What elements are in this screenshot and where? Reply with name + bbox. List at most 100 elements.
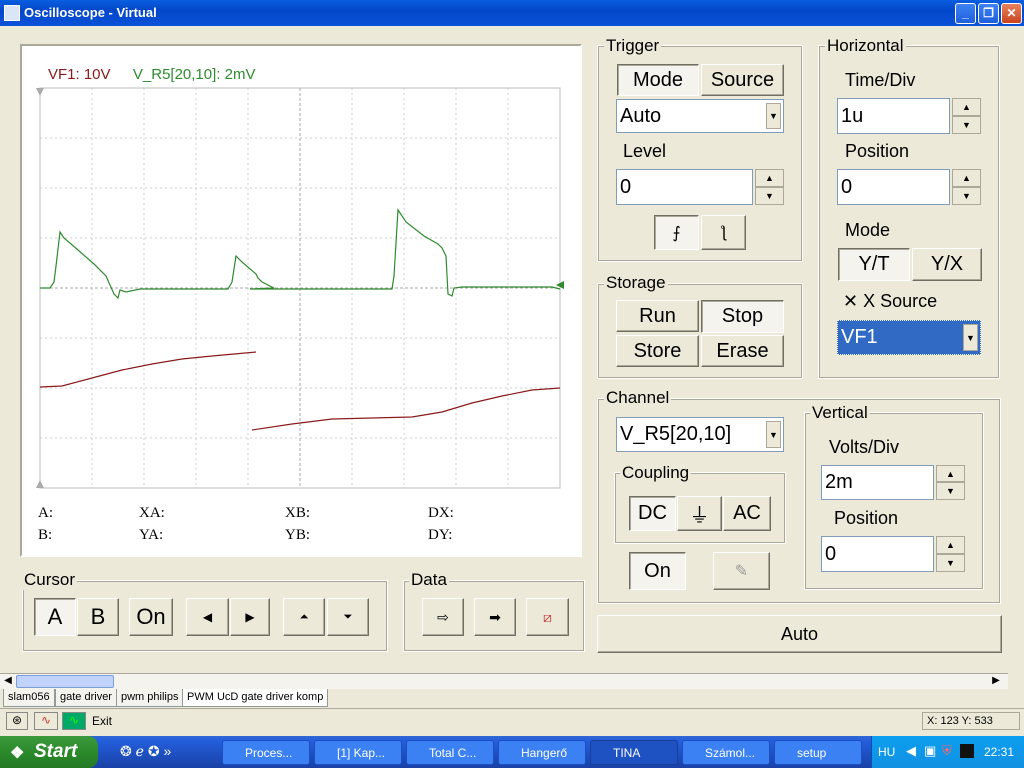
yt-mode-button[interactable]: Y/T — [838, 248, 910, 281]
console-icon[interactable] — [960, 744, 974, 758]
data-clear-button[interactable]: ⧄ — [526, 598, 569, 636]
editor-mode-icon[interactable]: ⊛ — [6, 712, 28, 730]
taskbar: ❖ Start ❂ ℯ ✪ » Proces... [1] Kap... Tot… — [0, 736, 1024, 768]
task-tina[interactable]: TINA — [590, 740, 678, 765]
task-proces[interactable]: Proces... — [222, 740, 310, 765]
xa-readout: XA: — [139, 505, 165, 521]
cursor-a-button[interactable]: A — [34, 598, 76, 636]
trigger-level-input[interactable]: 0 — [616, 169, 753, 205]
horizontal-scrollbar[interactable]: ◀ ▶ — [0, 673, 1008, 689]
chevron-down-icon[interactable]: ▼ — [766, 103, 781, 129]
xsource-select[interactable]: VF1 ▼ — [837, 320, 981, 355]
horizontal-position-up-icon[interactable]: ▲ — [952, 169, 981, 187]
minimize-button[interactable]: _ — [955, 3, 976, 24]
ya-readout: YA: — [139, 527, 164, 543]
tray-expand-icon[interactable]: ◀ — [906, 743, 916, 759]
horizontal-mode-label: Mode — [845, 220, 891, 240]
vertical-position-down-icon[interactable]: ▼ — [936, 554, 965, 572]
horizontal-position-label: Position — [845, 141, 910, 161]
voltsdiv-up-icon[interactable]: ▲ — [936, 465, 965, 482]
cursor-right-button[interactable]: ▶ — [230, 598, 270, 636]
xsource-value: VF1 — [841, 326, 878, 348]
exit-button[interactable]: Exit — [92, 714, 112, 728]
clear-chart-icon: ⧄ — [543, 608, 552, 625]
cursor-left-button[interactable]: ◀ — [186, 598, 229, 636]
dx-readout: DX: — [428, 505, 454, 521]
trigger-level-down-icon[interactable]: ▼ — [755, 187, 784, 205]
rising-edge-icon: ⨍ — [672, 224, 681, 242]
oscilloscope-icon[interactable]: ∿ — [62, 712, 86, 730]
chevron-down-icon[interactable]: ▼ — [766, 421, 781, 448]
cursor-up-button[interactable]: ⏶ — [283, 598, 325, 636]
shield-icon[interactable]: ⛨ — [942, 743, 952, 759]
more-icon[interactable]: » — [163, 743, 171, 759]
cursor-down-button[interactable]: ⏷ — [327, 598, 369, 636]
tab-gate-driver[interactable]: gate driver — [55, 689, 117, 707]
stop-button[interactable]: Stop — [701, 300, 784, 333]
scroll-right-icon[interactable]: ▶ — [990, 675, 1002, 688]
close-button[interactable]: ✕ — [1001, 3, 1022, 24]
cursor-on-button[interactable]: On — [129, 598, 173, 636]
scroll-left-icon[interactable]: ◀ — [2, 675, 14, 688]
language-indicator[interactable]: HU — [878, 745, 895, 759]
tab-pwm-philips[interactable]: pwm philips — [116, 689, 184, 707]
task-kap[interactable]: [1] Kap... — [314, 740, 402, 765]
task-hangero[interactable]: Hangerő — [498, 740, 586, 765]
tab-pwm-ucd[interactable]: PWM UcD gate driver komp — [182, 689, 329, 707]
arrow-left-icon: ◀ — [202, 610, 213, 624]
trigger-level-up-icon[interactable]: ▲ — [755, 169, 784, 187]
oscilloscope-app-icon[interactable] — [4, 5, 20, 21]
task-total-commander[interactable]: Total C... — [406, 740, 494, 765]
horizontal-position-input[interactable]: 0 — [837, 169, 950, 205]
analysis-icon[interactable]: ∿ — [34, 712, 58, 730]
timediv-input[interactable]: 1u — [837, 98, 950, 134]
vertical-position-input[interactable]: 0 — [821, 536, 934, 572]
browser-icon[interactable]: ℯ — [136, 743, 144, 759]
vertical-position-up-icon[interactable]: ▲ — [936, 536, 965, 554]
scope-display[interactable]: VF1: 10V V_R5[20,10]: 2mV A: B: XA: YA: … — [20, 44, 582, 557]
data-import-button[interactable]: ⇨ — [422, 598, 464, 636]
trigger-level-label: Level — [623, 141, 667, 161]
trigger-rising-edge-button[interactable]: ⨍ — [654, 215, 699, 250]
explorer-icon[interactable]: ❂ — [120, 743, 132, 759]
voltsdiv-down-icon[interactable]: ▼ — [936, 482, 965, 500]
trigger-source-button[interactable]: Source — [701, 64, 784, 96]
import-chart-icon: ⇨ — [437, 608, 449, 625]
pen-icon: ✎ — [734, 563, 749, 580]
data-export-button[interactable]: ➡ — [474, 598, 516, 636]
cursor-b-readout: B: — [38, 527, 53, 543]
gnd-coupling-button[interactable]: ⏚ — [677, 496, 722, 531]
trigger-falling-edge-button[interactable]: ƪ — [701, 215, 746, 250]
app-icon[interactable]: ✪ — [148, 743, 160, 759]
network-icon[interactable]: ▣ — [924, 743, 936, 759]
run-button[interactable]: Run — [616, 300, 699, 332]
channel-on-button[interactable]: On — [629, 552, 686, 590]
channel-color-button[interactable]: ✎ — [713, 552, 770, 590]
ac-coupling-button[interactable]: AC — [723, 496, 771, 531]
tab-slam056[interactable]: slam056 — [3, 689, 55, 707]
maximize-button[interactable]: ❐ — [978, 3, 999, 24]
task-setup[interactable]: setup — [774, 740, 862, 765]
task-szamologep[interactable]: Számol... — [682, 740, 770, 765]
channel-select[interactable]: V_R5[20,10] ▼ — [616, 417, 784, 452]
close-x-icon: ✕ — [843, 291, 859, 311]
horizontal-position-down-icon[interactable]: ▼ — [952, 187, 981, 205]
voltsdiv-input[interactable]: 2m — [821, 465, 934, 500]
cursor-a-readout: A: — [38, 505, 53, 521]
store-button[interactable]: Store — [616, 335, 699, 367]
timediv-down-icon[interactable]: ▼ — [952, 116, 981, 134]
yx-mode-button[interactable]: Y/X — [912, 248, 982, 281]
scope-screen[interactable] — [22, 46, 580, 555]
auto-button[interactable]: Auto — [597, 615, 1002, 653]
chevron-down-icon[interactable]: ▼ — [963, 324, 978, 351]
scroll-thumb[interactable] — [16, 675, 114, 688]
trigger-mode-button[interactable]: Mode — [617, 64, 699, 96]
trigger-mode-select[interactable]: Auto ▼ — [616, 99, 784, 133]
clock[interactable]: 22:31 — [984, 745, 1014, 759]
start-button[interactable]: ❖ Start — [0, 736, 98, 768]
erase-button[interactable]: Erase — [701, 335, 784, 367]
cursor-b-button[interactable]: B — [77, 598, 119, 636]
voltsdiv-label: Volts/Div — [829, 437, 900, 457]
dc-coupling-button[interactable]: DC — [629, 496, 676, 531]
timediv-up-icon[interactable]: ▲ — [952, 98, 981, 116]
